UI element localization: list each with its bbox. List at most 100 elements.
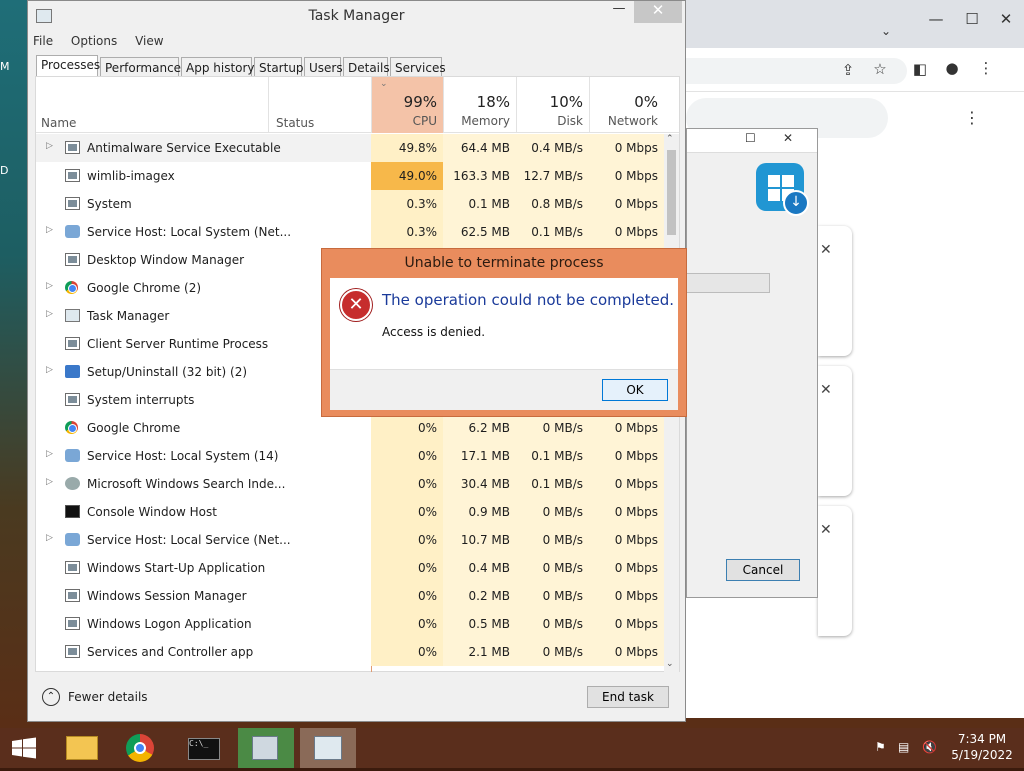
maximize-icon[interactable]: ☐ — [745, 131, 756, 145]
more-options-icon[interactable]: ⋮ — [961, 108, 983, 127]
expand-arrow-icon[interactable]: ▷ — [46, 533, 53, 543]
process-row[interactable]: ▷ Service Host: Local System (14) 0% 17.1 M… — [36, 442, 664, 470]
tab-performance[interactable]: Performance — [100, 57, 181, 77]
process-row[interactable]: Windows Start-Up Application 0% 0.4 MB 0 MB… — [36, 554, 664, 582]
process-row[interactable]: System 0.3% 0.1 MB 0.8 MB/s 0 Mbps — [36, 190, 664, 218]
end-task-button[interactable]: End task — [587, 686, 669, 708]
process-row[interactable]: Windows Logon Application 0% 0.5 MB 0 MB/s 0… — [36, 610, 664, 638]
tab-details[interactable]: Details — [343, 57, 390, 77]
taskbar-command-prompt[interactable]: C:\_ — [178, 728, 234, 768]
process-row[interactable]: Windows Session Manager 0% 0.2 MB 0 MB/s 0 M… — [36, 582, 664, 610]
process-row[interactable]: ▷ Microsoft Windows Search Inde... 0% 30.4 … — [36, 470, 664, 498]
close-icon[interactable]: ✕ — [820, 522, 832, 538]
process-row[interactable]: Services and Controller app 0% 2.1 MB 0 MB/… — [36, 638, 664, 666]
file-explorer-icon — [66, 736, 98, 760]
profile-icon[interactable]: ● — [941, 59, 963, 77]
process-memory: 30.4 MB — [443, 470, 516, 498]
expand-arrow-icon[interactable]: ▷ — [46, 477, 53, 487]
scroll-down-icon[interactable]: ⌄ — [666, 659, 674, 669]
taskbar-file-explorer[interactable] — [54, 728, 110, 768]
expand-arrow-icon[interactable]: ▷ — [46, 141, 53, 151]
process-name: Service Host: Local System (Net... — [87, 225, 292, 239]
taskbar-setup[interactable] — [238, 728, 294, 768]
process-network: 0 Mbps — [589, 638, 664, 666]
tab-processes[interactable]: Processes — [36, 55, 100, 78]
column-status[interactable]: Status — [276, 116, 314, 130]
tab-startup[interactable]: Startup — [254, 57, 304, 77]
tab-app-history[interactable]: App history — [181, 57, 255, 77]
close-icon[interactable]: ✕ — [783, 131, 793, 145]
chrome-icon — [126, 734, 154, 762]
fewer-details-link[interactable]: Fewer details — [68, 690, 148, 704]
ok-button[interactable]: OK — [602, 379, 668, 401]
expand-arrow-icon[interactable]: ▷ — [46, 225, 53, 235]
share-icon[interactable]: ⇪ — [837, 61, 859, 79]
process-row[interactable]: Console Window Host 0% 0.9 MB 0 MB/s 0 Mbps — [36, 498, 664, 526]
column-memory[interactable]: 18% Memory — [443, 77, 516, 133]
process-row[interactable]: Google Chrome 0% 6.2 MB 0 MB/s 0 Mbps — [36, 414, 664, 442]
process-row[interactable]: ▷ Service Host: Local Service (Net... 0% 10… — [36, 526, 664, 554]
column-disk[interactable]: 10% Disk — [516, 77, 589, 133]
chevron-up-icon[interactable]: ⌃ — [42, 688, 60, 706]
process-name: Google Chrome — [87, 421, 181, 435]
tab-search-icon[interactable]: ⌄ — [875, 24, 897, 38]
cancel-button[interactable]: Cancel — [726, 559, 800, 581]
process-cpu: 0% — [371, 638, 443, 666]
minimize-icon[interactable]: — — [925, 10, 947, 28]
expand-arrow-icon[interactable]: ▷ — [46, 309, 53, 319]
setup-titlebar: ☐ ✕ — [687, 129, 817, 153]
process-row[interactable]: ▷ Service Host: Local System (Net... 0.3% 6… — [36, 218, 664, 246]
process-network: 0 Mbps — [589, 414, 664, 442]
minimize-button[interactable]: — — [605, 1, 633, 21]
volume-muted-icon[interactable]: 🔇 — [922, 740, 937, 754]
process-row[interactable]: ▷ Antimalware Service Executable 49.8% 64.4… — [36, 134, 664, 162]
process-name: System interrupts — [87, 393, 195, 407]
menu-options[interactable]: Options — [71, 34, 117, 48]
process-memory: 0.5 MB — [443, 610, 516, 638]
taskbar-chrome[interactable] — [114, 728, 170, 768]
process-network: 0 Mbps — [589, 218, 664, 246]
tab-services[interactable]: Services — [390, 57, 446, 77]
cpu-label: CPU — [412, 114, 437, 128]
process-disk: 0 MB/s — [516, 638, 589, 666]
error-dialog-title: Unable to terminate process — [404, 255, 604, 271]
close-icon[interactable]: ✕ — [820, 382, 832, 398]
action-center-flag-icon[interactable]: ⚑ — [875, 740, 886, 754]
close-icon[interactable]: ✕ — [820, 242, 832, 258]
close-button[interactable]: ✕ — [634, 1, 682, 23]
task-manager-icon — [65, 309, 80, 322]
taskbar-task-manager[interactable] — [300, 728, 356, 768]
bookmark-star-icon[interactable]: ☆ — [869, 60, 891, 78]
close-icon[interactable]: ✕ — [995, 10, 1017, 28]
scroll-up-icon[interactable]: ⌃ — [666, 134, 674, 144]
time: 7:34 PM — [957, 732, 1007, 746]
tab-users[interactable]: Users — [304, 57, 343, 77]
expand-arrow-icon[interactable]: ▷ — [46, 365, 53, 375]
menu-file[interactable]: File — [33, 34, 53, 48]
column-name[interactable]: Name — [41, 116, 76, 130]
clock[interactable]: 7:34 PM 5/19/2022 — [950, 732, 1014, 762]
network-icon[interactable]: ▤ — [898, 740, 909, 754]
process-name: Client Server Runtime Process — [87, 337, 269, 351]
network-total: 0% — [634, 93, 658, 111]
process-memory: 2.1 MB — [443, 638, 516, 666]
process-disk: 0 MB/s — [516, 498, 589, 526]
scrollbar-thumb[interactable] — [667, 150, 676, 235]
chrome-menu-icon[interactable]: ⋮ — [975, 59, 997, 77]
process-cpu: 0% — [371, 498, 443, 526]
process-row[interactable]: wimlib-imagex 49.0% 163.3 MB 12.7 MB/s 0 Mbp… — [36, 162, 664, 190]
maximize-icon[interactable]: ☐ — [961, 10, 983, 28]
column-cpu[interactable]: ⌄ 99% CPU — [371, 77, 443, 133]
expand-arrow-icon[interactable]: ▷ — [46, 281, 53, 291]
side-panel-icon[interactable]: ◧ — [909, 60, 931, 78]
expand-arrow-icon[interactable]: ▷ — [46, 449, 53, 459]
process-memory: 6.2 MB — [443, 414, 516, 442]
column-network[interactable]: 0% Network — [589, 77, 664, 133]
desktop-icon-partial[interactable]: M — [0, 60, 10, 73]
menu-view[interactable]: View — [135, 34, 163, 48]
start-button[interactable] — [0, 728, 48, 768]
desktop-icon-partial[interactable]: D — [0, 164, 10, 177]
footer: ⌃ Fewer details End task — [28, 678, 685, 722]
error-dialog: Unable to terminate process ✕ The operat… — [321, 248, 687, 417]
process-network: 0 Mbps — [589, 134, 664, 162]
